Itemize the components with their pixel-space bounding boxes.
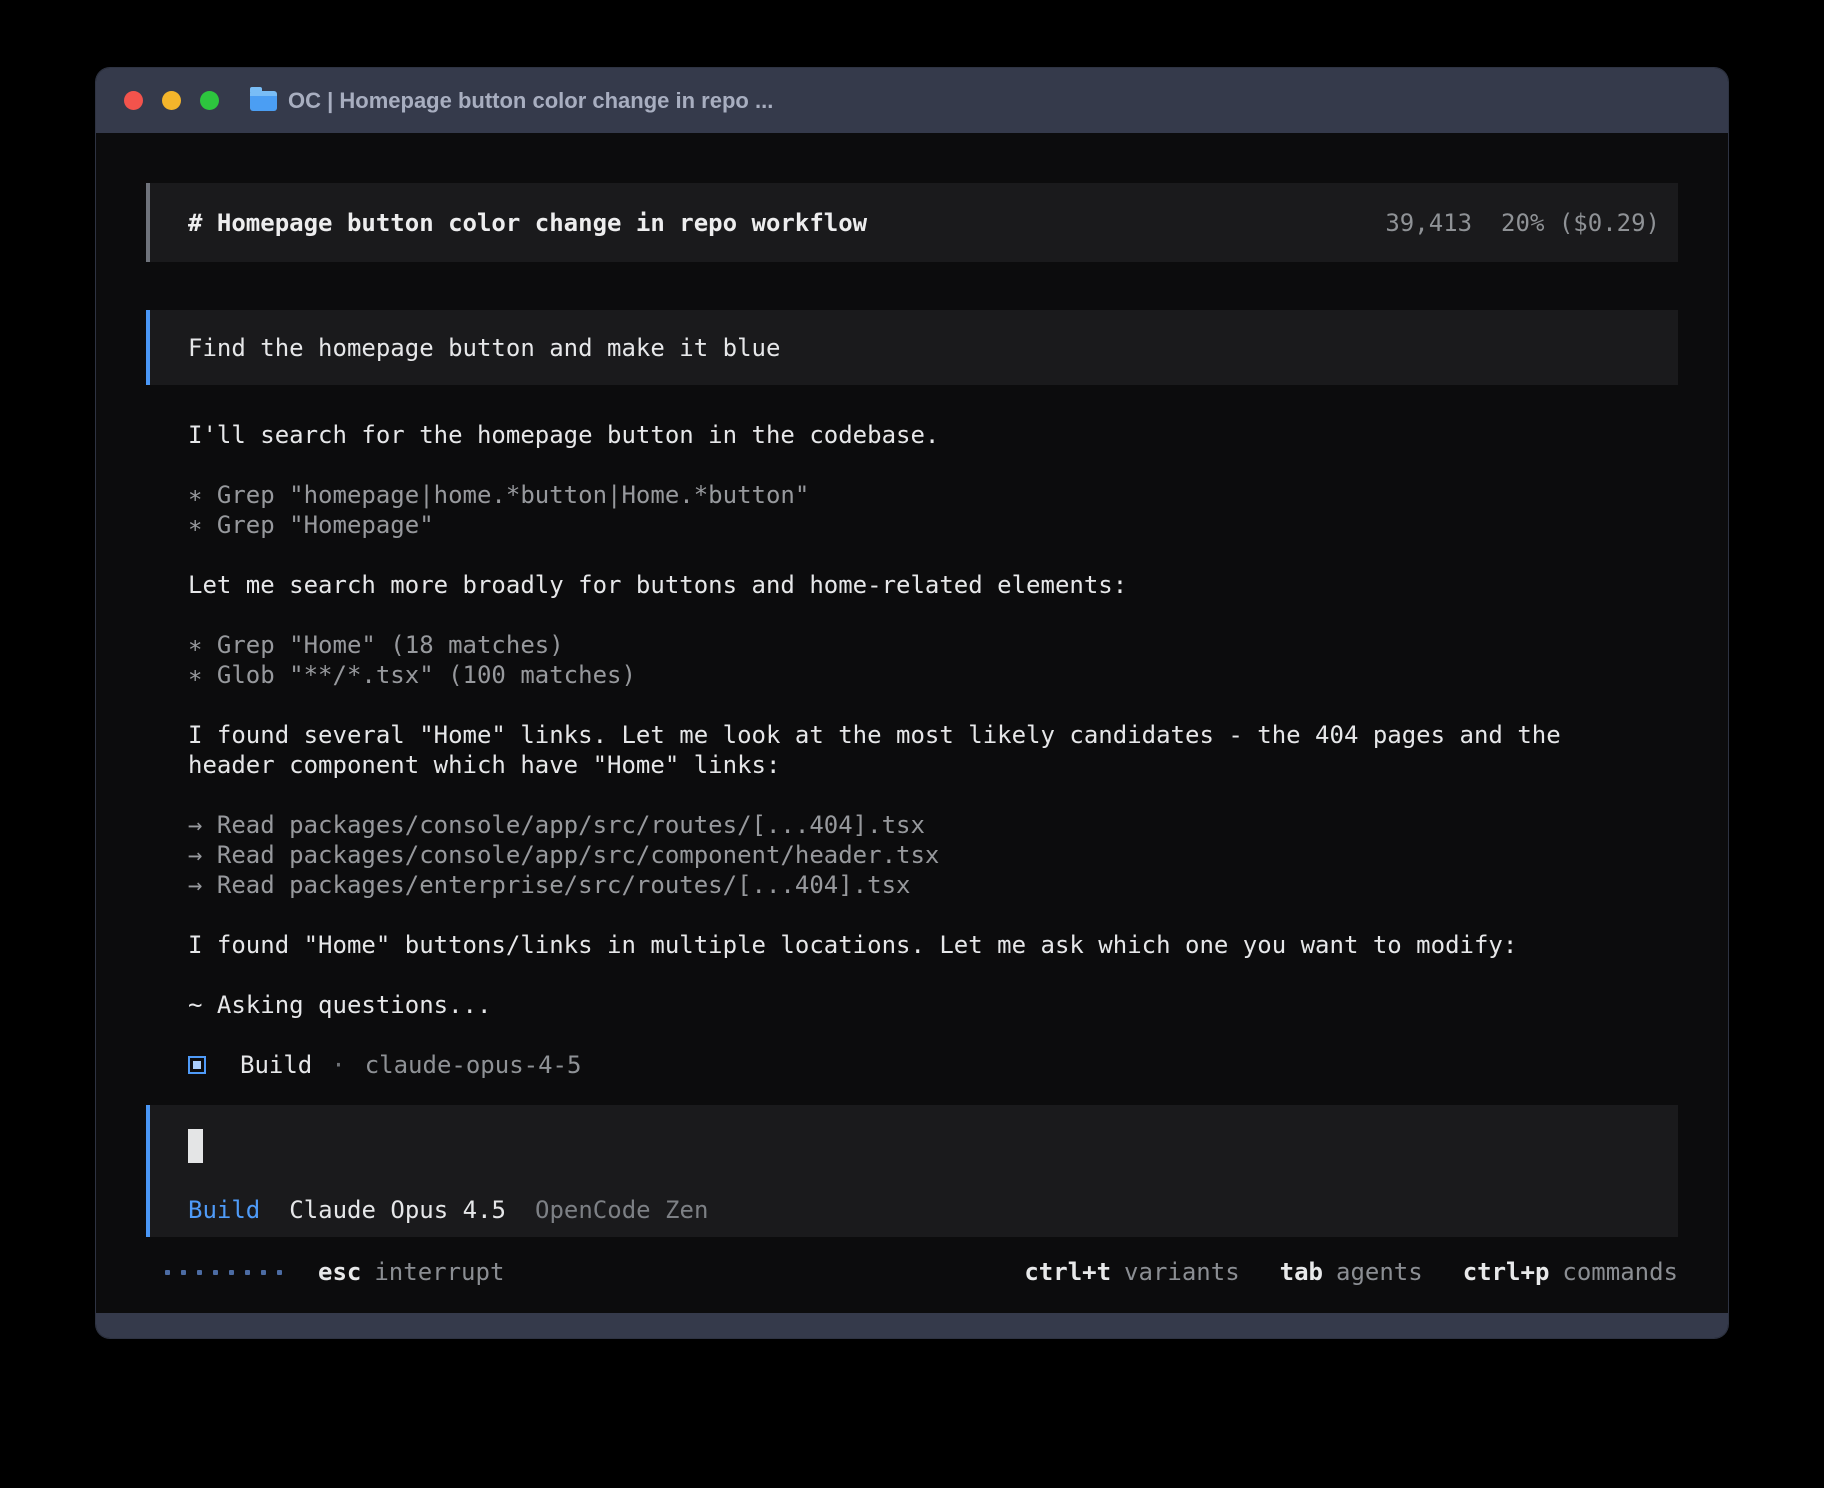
spinner-dot bbox=[229, 1270, 234, 1275]
assistant-paragraph: Let me search more broadly for buttons a… bbox=[188, 570, 1678, 600]
read-file-line: → Read packages/console/app/src/componen… bbox=[188, 840, 1678, 870]
terminal-window: OC | Homepage button color change in rep… bbox=[96, 68, 1728, 1338]
hint-key: ctrl+p bbox=[1463, 1258, 1550, 1286]
provider-label: OpenCode Zen bbox=[535, 1196, 708, 1224]
text-cursor bbox=[188, 1129, 203, 1163]
zoom-button[interactable] bbox=[200, 91, 219, 110]
titlebar: OC | Homepage button color change in rep… bbox=[96, 68, 1728, 133]
assistant-paragraph: I'll search for the homepage button in t… bbox=[188, 420, 1678, 450]
tool-call-line: ∗ Grep "Home" (18 matches) bbox=[188, 630, 1678, 660]
spinner-dot bbox=[165, 1270, 170, 1275]
input-model-row: Build Claude Opus 4.5 OpenCode Zen bbox=[188, 1195, 1640, 1225]
hint-label: variants bbox=[1124, 1258, 1240, 1286]
close-button[interactable] bbox=[124, 91, 143, 110]
hint-label: agents bbox=[1336, 1258, 1423, 1286]
tool-call-group: ∗ Grep "Home" (18 matches) ∗ Glob "**/*.… bbox=[188, 630, 1678, 690]
hint-key: esc bbox=[318, 1258, 361, 1286]
assistant-output: I'll search for the homepage button in t… bbox=[188, 420, 1678, 1020]
spinner bbox=[165, 1270, 282, 1275]
agent-model: claude-opus-4-5 bbox=[365, 1051, 582, 1079]
model-label: Claude Opus 4.5 bbox=[289, 1196, 506, 1224]
dot-separator: · bbox=[331, 1051, 345, 1079]
statusbar: esc interrupt ctrl+t variants tab agents… bbox=[146, 1257, 1678, 1287]
spinner-dot bbox=[197, 1270, 202, 1275]
minimize-button[interactable] bbox=[162, 91, 181, 110]
agent-mode-label: Build bbox=[188, 1196, 260, 1224]
agent-name: Build bbox=[240, 1051, 312, 1079]
read-file-line: → Read packages/console/app/src/routes/[… bbox=[188, 810, 1678, 840]
terminal-content: # Homepage button color change in repo w… bbox=[96, 133, 1728, 1313]
agent-status-row: Build · claude-opus-4-5 bbox=[188, 1050, 1678, 1080]
commands-hint: ctrl+p commands bbox=[1463, 1258, 1678, 1286]
agent-build-icon bbox=[188, 1056, 206, 1074]
hint-key: tab bbox=[1280, 1258, 1323, 1286]
assistant-status-line: ~ Asking questions... bbox=[188, 990, 1678, 1020]
session-title: # Homepage button color change in repo w… bbox=[188, 209, 867, 237]
traffic-lights bbox=[124, 91, 219, 110]
token-count: 39,413 bbox=[1385, 209, 1472, 237]
assistant-status: ~ Asking questions... bbox=[188, 990, 1678, 1020]
tool-call-line: ∗ Grep "Homepage" bbox=[188, 510, 1678, 540]
tool-call-group: → Read packages/console/app/src/routes/[… bbox=[188, 810, 1678, 900]
window-title: OC | Homepage button color change in rep… bbox=[288, 88, 773, 114]
variants-hint: ctrl+t variants bbox=[1024, 1258, 1239, 1286]
hint-label: commands bbox=[1562, 1258, 1678, 1286]
session-header: # Homepage button color change in repo w… bbox=[146, 183, 1678, 262]
assistant-text-line: I found several "Home" links. Let me loo… bbox=[188, 720, 1678, 750]
hint-key: ctrl+t bbox=[1024, 1258, 1111, 1286]
spinner-dot bbox=[277, 1270, 282, 1275]
prompt-input[interactable]: Build Claude Opus 4.5 OpenCode Zen bbox=[146, 1105, 1678, 1237]
statusbar-left: esc interrupt bbox=[165, 1258, 504, 1286]
spinner-dot bbox=[261, 1270, 266, 1275]
window-bottom-strip bbox=[96, 1313, 1728, 1338]
spinner-dot bbox=[245, 1270, 250, 1275]
spinner-dot bbox=[181, 1270, 186, 1275]
agents-hint: tab agents bbox=[1280, 1258, 1423, 1286]
tool-call-line: ∗ Grep "homepage|home.*button|Home.*butt… bbox=[188, 480, 1678, 510]
spinner-dot bbox=[213, 1270, 218, 1275]
user-message: Find the homepage button and make it blu… bbox=[146, 310, 1678, 385]
assistant-text-line: I found "Home" buttons/links in multiple… bbox=[188, 930, 1678, 960]
assistant-text-line: I'll search for the homepage button in t… bbox=[188, 420, 1678, 450]
interrupt-hint: esc interrupt bbox=[318, 1258, 504, 1286]
statusbar-right: ctrl+t variants tab agents ctrl+p comman… bbox=[1024, 1258, 1678, 1286]
assistant-paragraph: I found several "Home" links. Let me loo… bbox=[188, 720, 1678, 780]
user-message-text: Find the homepage button and make it blu… bbox=[188, 334, 780, 362]
tool-call-line: ∗ Glob "**/*.tsx" (100 matches) bbox=[188, 660, 1678, 690]
folder-icon bbox=[250, 91, 277, 111]
tool-call-group: ∗ Grep "homepage|home.*button|Home.*butt… bbox=[188, 480, 1678, 540]
hint-label: interrupt bbox=[374, 1258, 504, 1286]
read-file-line: → Read packages/enterprise/src/routes/[.… bbox=[188, 870, 1678, 900]
session-stats: 39,413 20% ($0.29) bbox=[1385, 209, 1660, 237]
assistant-text-line: header component which have "Home" links… bbox=[188, 750, 1678, 780]
assistant-paragraph: I found "Home" buttons/links in multiple… bbox=[188, 930, 1678, 960]
assistant-text-line: Let me search more broadly for buttons a… bbox=[188, 570, 1678, 600]
context-usage: 20% ($0.29) bbox=[1501, 209, 1660, 237]
